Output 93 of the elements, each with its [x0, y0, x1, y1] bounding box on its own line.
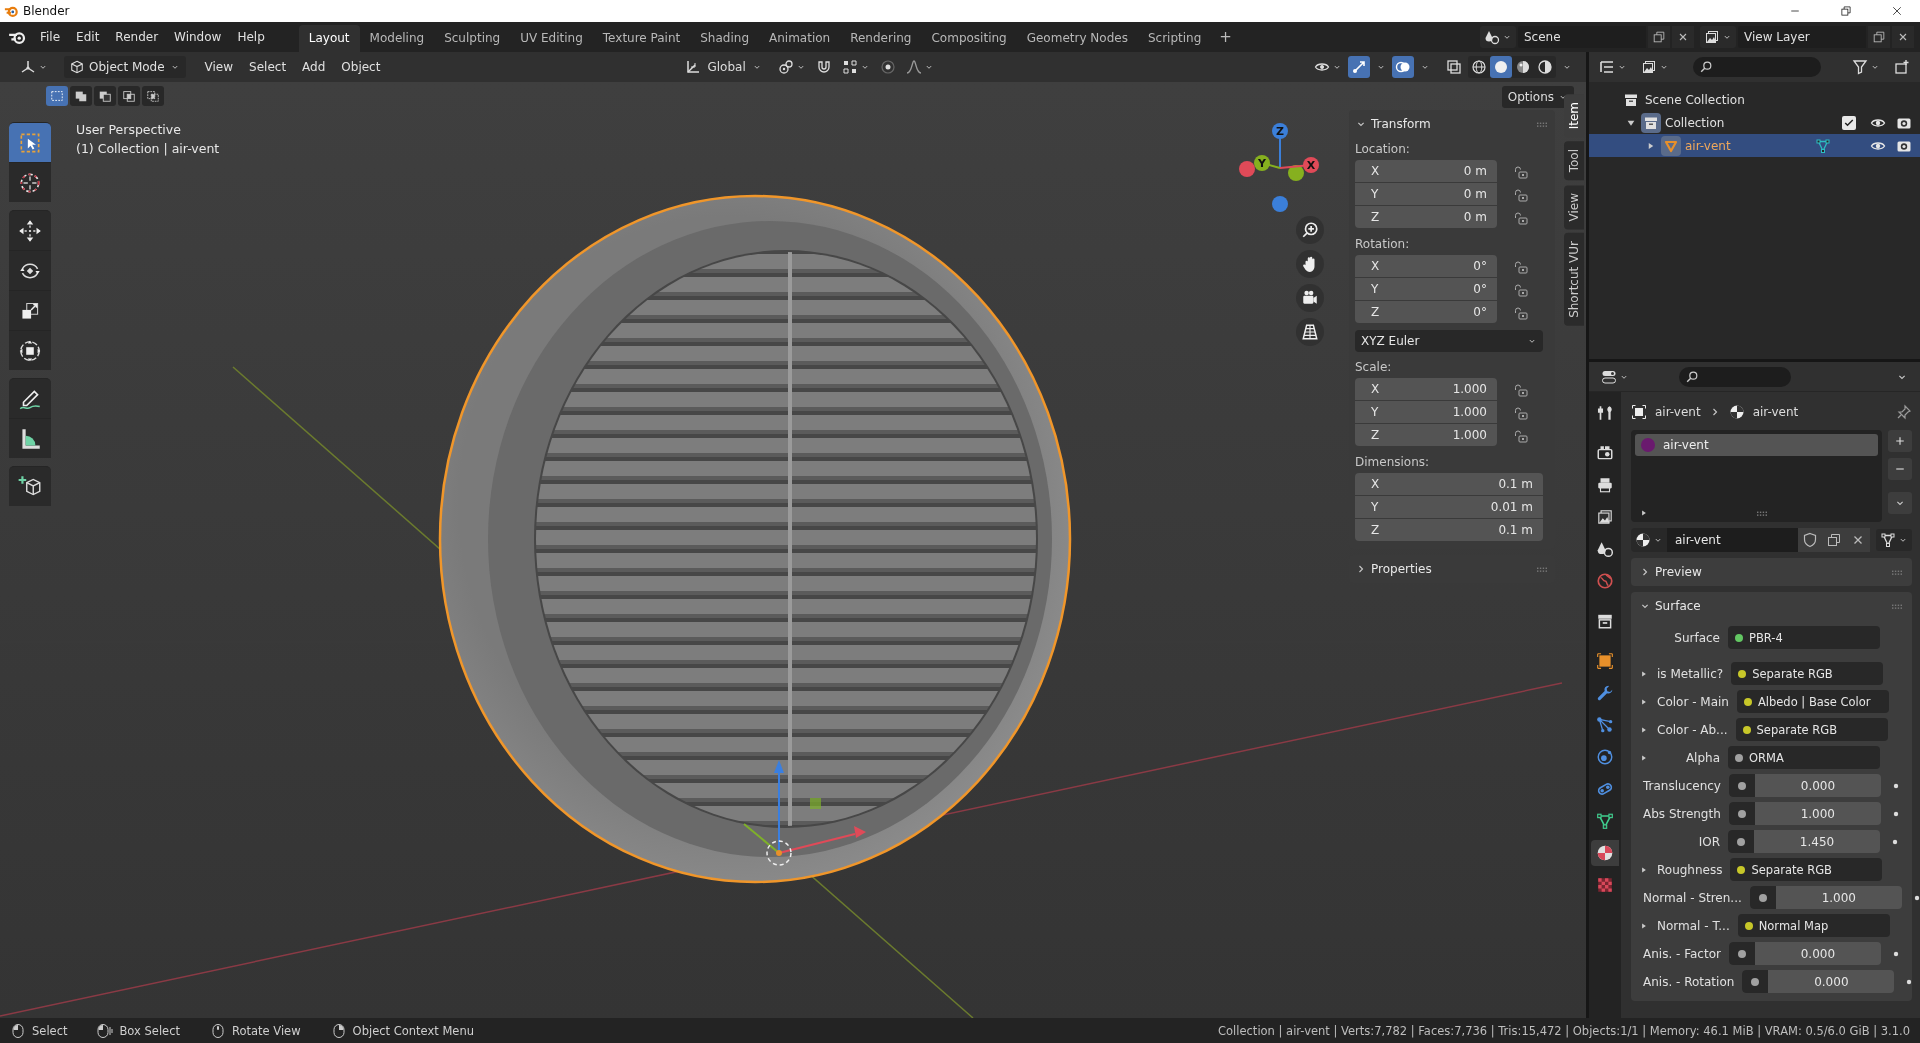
- field-label: IOR: [1698, 834, 1720, 849]
- breadcrumb-item: air-vent: [1752, 405, 1799, 419]
- status-hint: Box Select: [119, 1023, 180, 1038]
- number-field[interactable]: Y 0 m: [1355, 183, 1497, 205]
- add-workspace-button[interactable]: +: [1211, 24, 1240, 50]
- outliner-row[interactable]: Collection: [1589, 111, 1920, 134]
- mode-dropdown[interactable]: Object Mode: [64, 56, 186, 78]
- workspace-tab[interactable]: Geometry Nodes: [1016, 25, 1138, 52]
- number-field[interactable]: Z 1.000: [1355, 424, 1497, 446]
- axis-button[interactable]: Z: [1272, 123, 1288, 139]
- field-label: Color - Ab...: [1657, 722, 1728, 737]
- view-name: User Perspective: [76, 122, 182, 137]
- group-label: Dimensions:: [1355, 455, 1431, 469]
- menu-item[interactable]: Edit: [68, 26, 108, 48]
- window-title: Blender: [23, 4, 70, 18]
- workspace-tab[interactable]: Layout: [298, 25, 360, 52]
- workspace-tab[interactable]: UV Editing: [510, 25, 593, 52]
- field-label: Abs Strength: [1643, 806, 1721, 821]
- number-field[interactable]: Z 0.1 m: [1355, 519, 1543, 541]
- menu-item[interactable]: Select: [242, 57, 294, 77]
- field-label: is Metallic?: [1657, 666, 1724, 681]
- field-label: Roughness: [1657, 862, 1723, 877]
- menu-item[interactable]: Window: [166, 26, 230, 48]
- view-layer-field[interactable]: View Layer: [1738, 26, 1866, 48]
- workspace-tab[interactable]: Shading: [690, 25, 759, 52]
- number-field[interactable]: Z 0°: [1355, 301, 1497, 323]
- link-field[interactable]: Separate RGB: [1735, 718, 1888, 741]
- panel-title[interactable]: Properties: [1371, 562, 1432, 576]
- outliner-row[interactable]: Scene Collection: [1589, 88, 1920, 111]
- field-label: Translucency: [1643, 778, 1721, 793]
- number-field[interactable]: 0.000: [1742, 970, 1895, 993]
- field-label: Anis. - Rotation: [1643, 974, 1735, 989]
- field-label: Normal - Stren...: [1643, 890, 1742, 905]
- status-hint: Rotate View: [232, 1023, 301, 1038]
- sidebar-tab[interactable]: View: [1564, 184, 1584, 230]
- number-field[interactable]: 1.000: [1728, 802, 1881, 825]
- link-field[interactable]: Separate RGB: [1730, 858, 1883, 881]
- status-info: Collection | air-vent | Verts:7,782 | Faces:7,736 | Tris:15,472 | Objects:1/1 | Memory: 46.1 MiB | VRAM: 0.5/6.0 GiB | 3.1.0: [1218, 1023, 1910, 1038]
- workspace-tab[interactable]: Texture Paint: [592, 25, 691, 52]
- status-hint: Object Context Menu: [352, 1023, 474, 1038]
- orientation-dropdown[interactable]: Global: [681, 56, 766, 78]
- axis-button[interactable]: Y: [1254, 155, 1270, 171]
- link-field[interactable]: PBR-4: [1728, 626, 1880, 649]
- number-field[interactable]: 0.000: [1728, 942, 1881, 965]
- sidebar-tab[interactable]: Tool: [1564, 141, 1584, 181]
- number-field[interactable]: X 0°: [1355, 255, 1497, 277]
- group-label: Scale:: [1355, 360, 1393, 374]
- field-label: Normal - T...: [1657, 918, 1730, 933]
- status-hint: Select: [32, 1023, 68, 1038]
- panel-title[interactable]: Transform: [1371, 117, 1431, 131]
- outliner-row[interactable]: air-vent: [1589, 134, 1920, 157]
- field-label: Color - Main: [1657, 694, 1729, 709]
- field-label: Surface: [1674, 630, 1720, 645]
- workspace-tab[interactable]: Compositing: [921, 25, 1017, 52]
- link-field[interactable]: Albedo | Base Color: [1736, 690, 1889, 713]
- number-field[interactable]: Y 0.01 m: [1355, 496, 1543, 518]
- menu-item[interactable]: View: [197, 57, 241, 77]
- menu-item[interactable]: Add: [295, 57, 333, 77]
- workspace-tab[interactable]: Scripting: [1137, 25, 1212, 52]
- view-context: (1) Collection | air-vent: [76, 141, 220, 156]
- menu-item[interactable]: Render: [107, 26, 167, 48]
- group-label: Rotation:: [1355, 237, 1411, 251]
- field-label: Alpha: [1685, 750, 1720, 765]
- number-field[interactable]: Z 0 m: [1355, 206, 1497, 228]
- rotation-mode-dropdown[interactable]: XYZ Euler: [1355, 330, 1543, 352]
- number-field[interactable]: Y 0°: [1355, 278, 1497, 300]
- number-field[interactable]: 1.450: [1728, 830, 1880, 853]
- number-field[interactable]: X 1.000: [1355, 378, 1497, 400]
- panel-title[interactable]: Preview: [1655, 565, 1702, 579]
- link-field[interactable]: Normal Map: [1737, 914, 1890, 937]
- menu-item[interactable]: Object: [334, 57, 388, 77]
- sidebar-tab[interactable]: Shortcut VUr: [1564, 233, 1584, 326]
- scene-field[interactable]: Scene: [1518, 26, 1646, 48]
- panel-title[interactable]: Surface: [1655, 599, 1701, 613]
- workspace-tab[interactable]: Animation: [759, 25, 841, 52]
- number-field[interactable]: X 0.1 m: [1355, 473, 1543, 495]
- number-field[interactable]: X 0 m: [1355, 160, 1497, 182]
- workspace-tab[interactable]: Modeling: [359, 25, 435, 52]
- axis-button[interactable]: X: [1303, 157, 1319, 173]
- field-label: Anis. - Factor: [1643, 946, 1721, 961]
- menu-item[interactable]: Help: [229, 26, 273, 48]
- number-field[interactable]: Y 1.000: [1355, 401, 1497, 423]
- number-field[interactable]: 0.000: [1728, 774, 1881, 797]
- workspace-tab[interactable]: Rendering: [840, 25, 922, 52]
- menu-item[interactable]: File: [32, 26, 69, 48]
- material-name-field[interactable]: air-vent: [1667, 528, 1798, 552]
- group-label: Location:: [1355, 142, 1411, 156]
- link-field[interactable]: ORMA: [1728, 746, 1880, 769]
- workspace-tab[interactable]: Sculpting: [434, 25, 511, 52]
- number-field[interactable]: 1.000: [1749, 886, 1902, 909]
- breadcrumb-item: air-vent: [1655, 405, 1701, 419]
- material-slot[interactable]: air-vent: [1635, 434, 1878, 456]
- link-field[interactable]: Separate RGB: [1731, 662, 1884, 685]
